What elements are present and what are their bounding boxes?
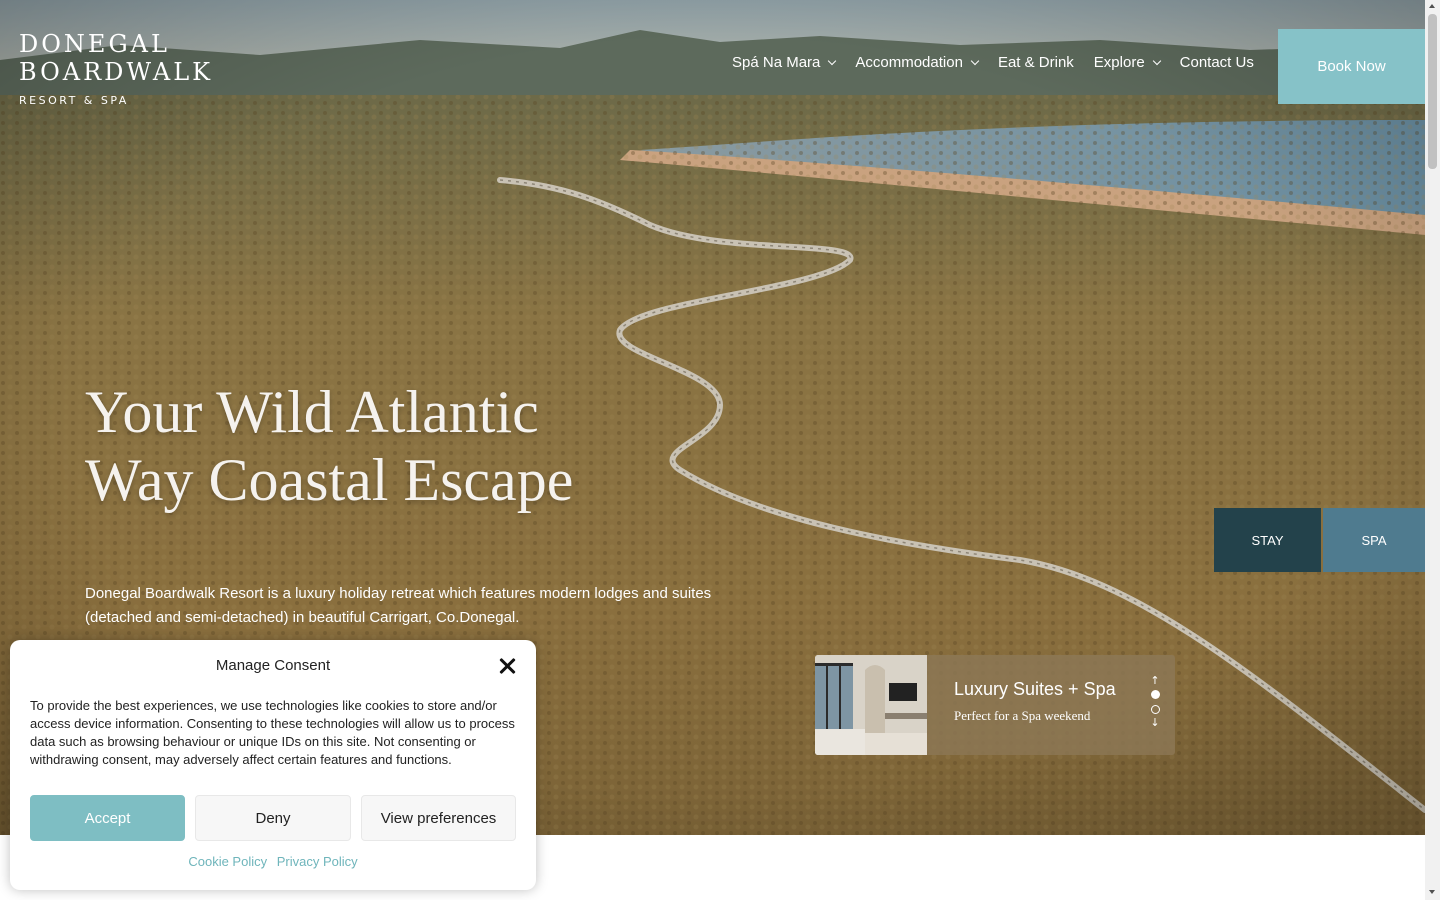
page-scrollbar[interactable] [1425, 0, 1440, 900]
close-icon[interactable] [497, 656, 517, 676]
headline-line-1: Your Wild Atlantic [85, 379, 539, 445]
slide-title: Luxury Suites + Spa [954, 679, 1116, 699]
chevron-down-icon [828, 56, 837, 66]
nav-label: Accommodation [855, 54, 963, 71]
nav-item-spa-na-mara[interactable]: Spá Na Mara [732, 54, 837, 71]
nav-label: Contact Us [1179, 54, 1254, 71]
consent-title: Manage Consent [215, 657, 331, 674]
nav-label: Explore [1093, 54, 1145, 71]
view-preferences-button[interactable]: View preferences [361, 795, 516, 841]
chevron-down-icon [970, 56, 980, 66]
accept-button[interactable]: Accept [30, 795, 185, 841]
nav-label: Spá Na Mara [732, 54, 821, 71]
nav-item-explore[interactable]: Explore [1093, 54, 1161, 71]
consent-text: To provide the best experiences, we use … [30, 698, 515, 767]
cookie-consent-dialog: Manage Consent To provide the best exper… [10, 640, 536, 890]
cookie-policy-link[interactable]: Cookie Policy [188, 854, 267, 869]
hero-headline: Your Wild Atlantic Way Coastal Escape [85, 378, 785, 514]
featured-slide-card[interactable]: Luxury Suites + Spa Perfect for a Spa we… [815, 655, 1175, 755]
chevron-down-icon [1152, 56, 1161, 66]
arrow-up-icon[interactable]: ↑ [1150, 675, 1159, 687]
headline-line-2: Way Coastal Escape [85, 447, 574, 513]
stay-button[interactable]: STAY [1214, 508, 1321, 572]
slide-text: Luxury Suites + Spa Perfect for a Spa we… [927, 655, 1116, 755]
nav-item-eat-drink[interactable]: Eat & Drink [998, 54, 1074, 71]
book-now-button[interactable]: Book Now [1278, 29, 1425, 104]
privacy-policy-link[interactable]: Privacy Policy [277, 854, 358, 869]
site-logo[interactable]: DONEGAL BOARDWALK RESORT & SPA [19, 30, 213, 107]
slider-dot-1[interactable] [1150, 690, 1160, 699]
logo-line-resort-spa: RESORT & SPA [19, 94, 129, 107]
nav-item-contact-us[interactable]: Contact Us [1180, 54, 1254, 71]
consent-policy-links: Cookie Policy Privacy Policy [10, 854, 536, 869]
nav-label: Eat & Drink [997, 54, 1074, 71]
slider-dot-2[interactable] [1150, 705, 1160, 714]
logo-line-donegal: DONEGAL [19, 30, 170, 58]
suite-interior-picture [815, 655, 927, 755]
suite-thumbnail-image [815, 655, 927, 755]
arrow-down-icon[interactable]: ↓ [1150, 717, 1159, 729]
scrollbar-thumb[interactable] [1428, 14, 1437, 169]
hero-intro-text: Donegal Boardwalk Resort is a luxury hol… [85, 585, 712, 626]
slider-controls: ↑ ↓ [1149, 675, 1161, 729]
deny-button[interactable]: Deny [195, 795, 351, 841]
logo-line-boardwalk: BOARDWALK [19, 58, 214, 86]
main-nav: Spá Na Mara Accommodation Eat & Drink Ex… [732, 54, 1274, 71]
spa-button[interactable]: SPA [1323, 508, 1425, 572]
slide-subtitle: Perfect for a Spa weekend [954, 708, 1091, 723]
scroll-up-arrow-icon[interactable] [1429, 4, 1435, 8]
nav-item-accommodation[interactable]: Accommodation [855, 54, 980, 71]
scroll-down-arrow-icon[interactable] [1429, 890, 1435, 894]
